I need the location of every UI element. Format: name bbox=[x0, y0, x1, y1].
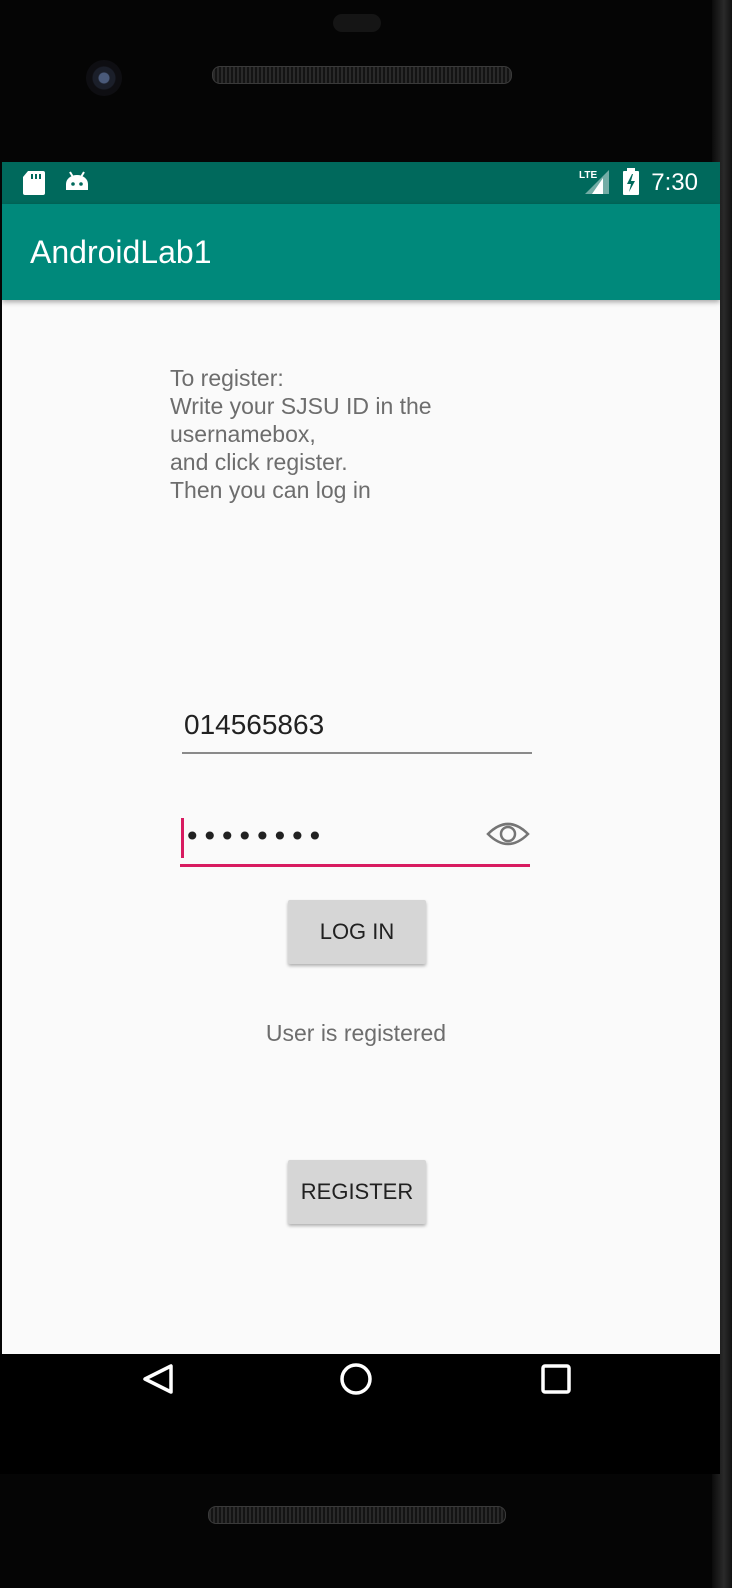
navigation-bar bbox=[0, 1354, 720, 1474]
password-input[interactable]: •••••••• bbox=[180, 812, 530, 867]
clock: 7:30 bbox=[651, 169, 698, 196]
sd-card-icon bbox=[23, 171, 45, 195]
app-title: AndroidLab1 bbox=[30, 234, 212, 270]
app-bar: AndroidLab1 bbox=[2, 204, 720, 300]
top-speaker-grille bbox=[212, 66, 512, 84]
home-icon[interactable] bbox=[306, 1354, 406, 1454]
screen: LTE 7:30 AndroidLab1 To register: Write … bbox=[2, 162, 720, 1354]
password-visibility-toggle-icon[interactable] bbox=[486, 816, 530, 852]
instruction-line: and click register. bbox=[170, 449, 348, 475]
log-in-button[interactable]: LOG IN bbox=[288, 900, 426, 964]
device-frame: LTE 7:30 AndroidLab1 To register: Write … bbox=[0, 0, 732, 1588]
instruction-line: Then you can log in bbox=[170, 477, 371, 503]
battery-charging-icon bbox=[623, 168, 639, 195]
username-value: 014565863 bbox=[184, 709, 325, 740]
earpiece bbox=[333, 14, 381, 32]
instruction-line: usernamebox, bbox=[170, 421, 316, 447]
register-button[interactable]: REGISTER bbox=[288, 1160, 426, 1224]
instruction-line: To register: bbox=[170, 365, 284, 391]
front-camera bbox=[86, 60, 122, 96]
bottom-speaker-grille bbox=[208, 1506, 506, 1524]
register-instructions: To register: Write your SJSU ID in the u… bbox=[170, 364, 490, 504]
username-input[interactable]: 014565863 bbox=[182, 702, 532, 754]
registration-status-text: User is registered bbox=[265, 1020, 447, 1046]
recents-icon[interactable] bbox=[506, 1354, 606, 1454]
lte-signal-icon: LTE bbox=[579, 170, 609, 194]
status-bar: LTE 7:30 bbox=[2, 162, 720, 204]
svg-text:LTE: LTE bbox=[579, 170, 597, 181]
instruction-line: Write your SJSU ID in the bbox=[170, 393, 432, 419]
back-icon[interactable] bbox=[108, 1354, 208, 1454]
android-icon bbox=[66, 171, 88, 190]
password-value: •••••••• bbox=[184, 820, 325, 853]
